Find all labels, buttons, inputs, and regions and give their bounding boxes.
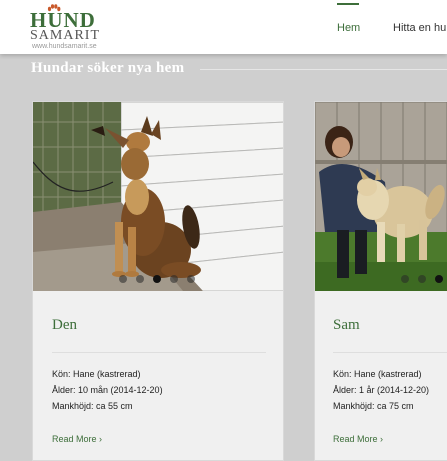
carousel-dot[interactable] bbox=[119, 275, 127, 283]
paw-icon bbox=[47, 4, 61, 12]
dog-name[interactable]: Den bbox=[52, 317, 77, 334]
dog-photo-sam[interactable] bbox=[315, 102, 447, 291]
read-more-link[interactable]: Read More › bbox=[333, 434, 383, 444]
dog-age: Ålder: 10 mån (2014-12-20) bbox=[52, 385, 163, 395]
logo-url: www.hundsamarit.se bbox=[32, 43, 97, 50]
chevron-right-icon: › bbox=[380, 434, 384, 444]
carousel-dot[interactable] bbox=[187, 275, 195, 283]
site-logo[interactable]: HUND SAMARIT www.hundsamarit.se bbox=[30, 4, 110, 50]
nav-item-hitta-en-hund[interactable]: Hitta en hund bbox=[393, 22, 447, 34]
read-more-link[interactable]: Read More › bbox=[52, 434, 102, 444]
logo-sub: SAMARIT bbox=[30, 28, 101, 43]
dog-name[interactable]: Sam bbox=[333, 317, 360, 334]
nav-active-indicator bbox=[337, 3, 359, 5]
card-divider bbox=[52, 352, 266, 353]
site-header: HUND SAMARIT www.hundsamarit.se Hem Hitt… bbox=[0, 0, 447, 54]
carousel-dot[interactable] bbox=[401, 275, 409, 283]
dog-height: Mankhöjd: ca 75 cm bbox=[333, 401, 414, 411]
read-more-label: Read More bbox=[52, 434, 97, 444]
carousel-dot[interactable] bbox=[153, 275, 161, 283]
dog-gender: Kön: Hane (kastrerad) bbox=[52, 369, 141, 379]
nav-item-hem[interactable]: Hem bbox=[337, 22, 360, 34]
dog-photo-den[interactable] bbox=[33, 102, 283, 291]
read-more-label: Read More bbox=[333, 434, 378, 444]
chevron-right-icon: › bbox=[99, 434, 103, 444]
section-divider bbox=[200, 69, 447, 70]
dog-age: Ålder: 1 år (2014-12-20) bbox=[333, 385, 430, 395]
section-title: Hundar söker nya hem bbox=[31, 60, 185, 76]
carousel-dot[interactable] bbox=[418, 275, 426, 283]
carousel-dot[interactable] bbox=[170, 275, 178, 283]
card-divider bbox=[333, 352, 447, 353]
dog-card-sam[interactable]: Sam Kön: Hane (kastrerad) Ålder: 1 år (2… bbox=[314, 101, 447, 461]
dog-gender: Kön: Hane (kastrerad) bbox=[333, 369, 422, 379]
carousel-dot[interactable] bbox=[136, 275, 144, 283]
carousel-dot[interactable] bbox=[435, 275, 443, 283]
dog-card-den[interactable]: Den Kön: Hane (kastrerad) Ålder: 10 mån … bbox=[32, 101, 284, 461]
dog-height: Mankhöjd: ca 55 cm bbox=[52, 401, 133, 411]
